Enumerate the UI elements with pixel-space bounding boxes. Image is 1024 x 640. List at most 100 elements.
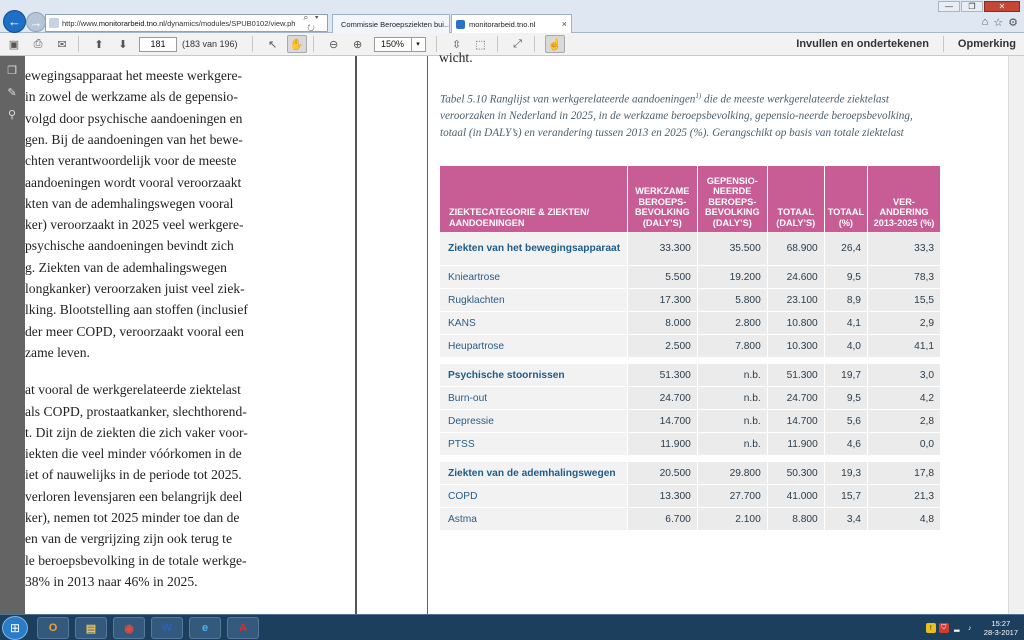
col-header-category: ZIEKTECATEGORIE & ZIEKTEN/ AANDOENINGEN <box>440 166 628 232</box>
browser-tools: ⌂ ☆ ⚙ <box>982 16 1018 29</box>
word-taskbar-icon[interactable]: W <box>151 617 183 639</box>
zoom-dropdown-icon[interactable]: ▾ <box>411 36 426 52</box>
cell-working: 5.500 <box>627 266 698 289</box>
address-bar[interactable]: http://www.monitorarbeid.tno.nl/dynamics… <box>45 12 328 34</box>
cell-total-pct: 4,6 <box>824 433 868 456</box>
clock[interactable]: 15:27 28-3-2017 <box>984 619 1018 637</box>
table-row: Burn-out 24.700 n.b. 24.700 9,5 4,2 <box>440 387 940 410</box>
table-row: KANS 8.000 2.800 10.800 4,1 2,9 <box>440 312 940 335</box>
comment-button[interactable]: Opmerking <box>950 38 1024 50</box>
body-text-line: iekten die veel minder vóórkomen in de <box>25 446 242 462</box>
outlook-taskbar-icon[interactable]: O <box>37 617 69 639</box>
page-count-label: (183 van 196) <box>182 39 238 49</box>
cell-retired: 5.800 <box>697 289 768 312</box>
cell-working: 33.300 <box>627 232 698 266</box>
toolbar-divider <box>496 36 498 52</box>
address-url: http://www.monitorarbeid.tno.nl/dynamics… <box>62 18 296 28</box>
hand-tool-icon[interactable]: ✋ <box>286 35 307 53</box>
save-icon[interactable]: ▣ <box>4 35 24 53</box>
body-text-line: g. Ziekten van de ademhalingswegen <box>25 259 227 275</box>
file-explorer-taskbar-icon[interactable]: ▤ <box>75 617 107 639</box>
window-controls: — ❐ ✕ <box>938 1 1020 12</box>
attachments-icon[interactable]: ⚲ <box>4 108 20 122</box>
tab-monitorarbeid[interactable]: monitorarbeid.tno.nl × <box>451 14 572 33</box>
clock-date: 28-3-2017 <box>983 628 1018 637</box>
table-row: PTSS 11.900 n.b. 11.900 4,6 0,0 <box>440 433 940 456</box>
page-thumbnails-icon[interactable]: ❐ <box>4 64 20 78</box>
cell-working: 2.500 <box>627 335 698 358</box>
page-number-input[interactable]: 181 <box>139 36 177 52</box>
toolbar-divider <box>942 36 944 52</box>
cell-total-pct: 9,5 <box>824 387 868 410</box>
body-text-line: ker) veroorzaakt in 2025 veel werkgere- <box>25 217 244 233</box>
col-header-change: VER-ANDERING 2013-2025 (%) <box>867 166 940 232</box>
cell-total-daly: 14.700 <box>767 410 825 433</box>
close-window-button[interactable]: ✕ <box>984 1 1020 12</box>
start-button[interactable]: ⊞ <box>2 616 28 640</box>
minimize-button[interactable]: — <box>938 1 960 12</box>
cell-total-daly: 51.300 <box>767 364 825 387</box>
tab-commissie[interactable]: Commissie Beroepsziekten bui... <box>332 14 450 33</box>
cell-change: 4,8 <box>867 508 940 531</box>
notification-icon[interactable]: ! <box>925 623 936 633</box>
favorites-star-icon[interactable]: ☆ <box>993 16 1003 29</box>
body-text-line: en van de vergrijzing zijn ook terug te <box>25 531 232 547</box>
windows-taskbar: ⊞ O ▤ ◉ We A ! ⛉ ▂ ♪ 15:27 28-3-2017 <box>0 614 1024 640</box>
vertical-scrollbar[interactable] <box>1008 56 1024 614</box>
pdf-toolbar: ▣ ⎙ ✉ ⬆ ⬇ 181 (183 van 196) ↖ ✋ ⊖ ⊕ 150%… <box>0 33 1024 56</box>
zoom-in-icon[interactable]: ⊕ <box>348 35 368 53</box>
col-header-retired: GEPENSIO-NEERDE BEROEPS-BEVOLKING (DALY’… <box>697 166 768 232</box>
select-tool-icon[interactable]: ↖ <box>263 35 283 53</box>
acrobat-taskbar-icon[interactable]: A <box>227 617 259 639</box>
cell-change: 2,8 <box>867 410 940 433</box>
cell-total-pct: 5,6 <box>824 410 868 433</box>
table-row: Depressie 14.700 n.b. 14.700 5,6 2,8 <box>440 410 940 433</box>
home-icon[interactable]: ⌂ <box>982 16 989 29</box>
email-icon[interactable]: ✉ <box>52 35 72 53</box>
body-text-line: chten verantwoordelijk voor de meeste <box>25 153 237 169</box>
cell-working: 6.700 <box>627 508 698 531</box>
body-text-line: ker), nemen tot 2025 minder toe dan de <box>25 510 240 525</box>
previous-page-icon[interactable]: ⬆ <box>89 35 109 53</box>
zoom-out-icon[interactable]: ⊖ <box>324 35 344 53</box>
cell-working: 20.500 <box>627 462 698 485</box>
table-body: Ziekten van het bewegingsapparaat 33.300 3… <box>440 232 940 531</box>
print-icon[interactable]: ⎙ <box>28 35 48 53</box>
tab-label: monitorarbeid.tno.nl <box>469 19 536 29</box>
tab-close-icon[interactable]: × <box>556 19 567 29</box>
signatures-pen-icon[interactable]: ✎ <box>4 86 20 100</box>
cell-category: Ziekten van de ademhalingswegen <box>440 462 628 485</box>
system-tray: ! ⛉ ▂ ♪ 15:27 28-3-2017 <box>925 619 1018 637</box>
cell-category: Psychische stoornissen <box>440 364 628 387</box>
back-button[interactable]: ← <box>3 10 26 33</box>
network-icon[interactable]: ▂ <box>952 623 962 633</box>
table-group-row: Ziekten van de ademhalingswegen 20.500 29.… <box>440 462 940 485</box>
cell-total-daly: 11.900 <box>767 433 825 456</box>
forward-button[interactable]: → <box>26 12 46 32</box>
cell-category: PTSS <box>440 433 628 456</box>
internet-explorer-taskbar-icon[interactable]: e <box>189 617 221 639</box>
restore-button[interactable]: ❐ <box>961 1 983 12</box>
volume-icon[interactable]: ♪ <box>965 623 975 633</box>
fullscreen-icon[interactable]: ⤢ <box>508 35 528 53</box>
body-text-line: volgd door psychische aandoeningen en <box>25 110 243 126</box>
security-icon[interactable]: ⛉ <box>938 623 949 633</box>
fit-width-icon[interactable]: ⬚ <box>471 35 491 53</box>
chrome-taskbar-icon[interactable]: ◉ <box>113 617 145 639</box>
cell-change: 4,2 <box>867 387 940 410</box>
fill-and-sign-button[interactable]: Invullen en ondertekenen <box>788 38 937 50</box>
body-text-line: lking. Blootstelling aan stoffen (inclus… <box>25 302 248 318</box>
toolbar-divider <box>312 36 314 52</box>
settings-gear-icon[interactable]: ⚙ <box>1008 16 1018 29</box>
touch-mode-icon[interactable]: ☝ <box>544 35 565 53</box>
toolbar-divider <box>533 36 535 52</box>
cell-category: COPD <box>440 485 628 508</box>
body-text-line: verloren levensjaren een belangrijk deel <box>25 488 243 504</box>
cell-retired: 19.200 <box>697 266 768 289</box>
cell-retired: n.b. <box>697 433 768 456</box>
zoom-level-field[interactable]: 150% <box>373 36 412 52</box>
cell-change: 3,0 <box>867 364 940 387</box>
address-controls-icon[interactable]: ⌕ ▾ ↻ <box>297 12 327 34</box>
next-page-icon[interactable]: ⬇ <box>113 35 133 53</box>
cell-total-pct: 4,0 <box>824 335 868 358</box>
